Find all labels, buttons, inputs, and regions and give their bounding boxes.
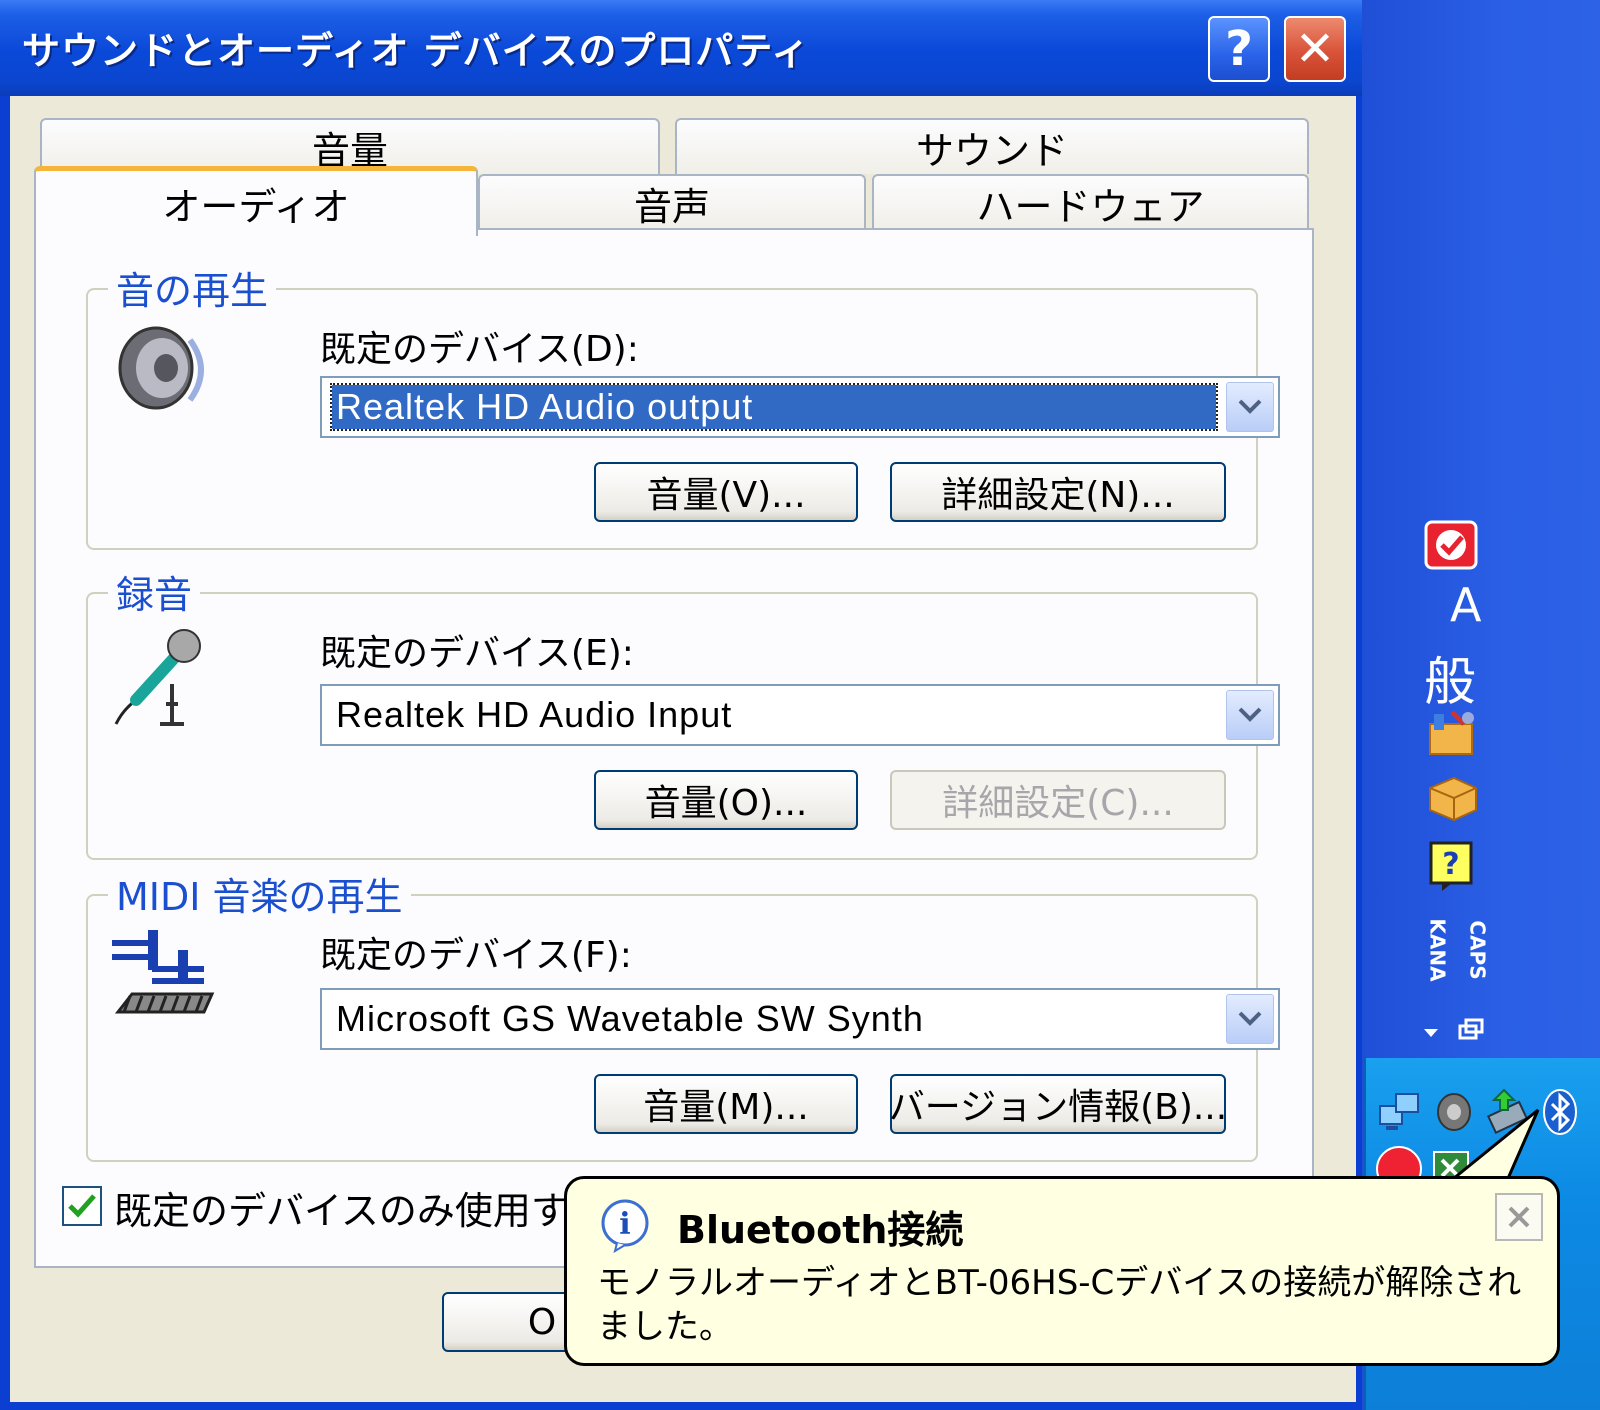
midi-volume-button[interactable]: 音量(M)... — [594, 1074, 858, 1134]
kana-indicator[interactable]: KANA — [1426, 918, 1450, 981]
tools-icon[interactable] — [1424, 708, 1480, 764]
close-icon — [1508, 1206, 1530, 1228]
svg-text:?: ? — [1442, 847, 1459, 882]
balloon-close-button[interactable] — [1495, 1193, 1543, 1241]
tab-voice[interactable]: 音声 — [478, 174, 866, 230]
playback-group: 音の再生 既定のデバイス(D): Realtek HD Audio output — [86, 260, 1280, 550]
dictionary-icon[interactable] — [1424, 772, 1480, 828]
network-icon[interactable] — [1376, 1088, 1424, 1140]
recording-volume-button[interactable]: 音量(O)... — [594, 770, 858, 830]
title-bar[interactable]: サウンドとオーディオ デバイスのプロパティ ? ✕ — [0, 0, 1362, 96]
balloon-pointer — [1447, 1108, 1540, 1183]
playback-device-value: Realtek HD Audio output — [330, 383, 1218, 431]
svg-text:i: i — [619, 1207, 630, 1242]
microphone-icon — [108, 624, 208, 738]
window-title: サウンドとオーディオ デバイスのプロパティ — [22, 29, 811, 73]
bluetooth-notification-balloon[interactable]: i Bluetooth接続 モノラルオーディオとBT-06HS-Cデバイスの接続… — [564, 1176, 1560, 1366]
tab-audio[interactable]: オーディオ — [34, 166, 478, 236]
midi-group-title: MIDI 音楽の再生 — [108, 866, 411, 921]
info-icon: i — [597, 1197, 653, 1257]
midi-keyboard-icon — [108, 926, 218, 1030]
conversion-mode-indicator[interactable]: 般 — [1424, 640, 1476, 715]
use-default-devices-only-label[interactable]: 既定のデバイスのみ使用する — [114, 1180, 607, 1235]
restore-language-bar-icon[interactable] — [1458, 1018, 1484, 1044]
recording-device-dropdown[interactable]: Realtek HD Audio Input — [320, 684, 1280, 746]
recording-group-title: 録音 — [108, 564, 201, 619]
help-question-icon[interactable]: ? — [1428, 840, 1476, 896]
midi-device-dropdown[interactable]: Microsoft GS Wavetable SW Synth — [320, 988, 1280, 1050]
caps-indicator[interactable]: CAPS — [1466, 920, 1490, 979]
recording-group: 録音 既定のデバイス(E): Realtek HD Audio Input 音量… — [86, 564, 1280, 860]
language-bar-menu-arrow-icon[interactable] — [1422, 1024, 1440, 1043]
midi-device-value: Microsoft GS Wavetable SW Synth — [336, 998, 924, 1039]
use-default-devices-only-checkbox[interactable] — [62, 1186, 102, 1226]
tab-hardware[interactable]: ハードウェア — [872, 174, 1309, 230]
input-mode-indicator[interactable]: A — [1450, 578, 1481, 632]
close-button[interactable]: ✕ — [1284, 16, 1346, 82]
playback-group-title: 音の再生 — [108, 260, 277, 315]
playback-device-label: 既定のデバイス(D): — [320, 329, 639, 370]
ime-pad-icon[interactable] — [1424, 520, 1478, 574]
balloon-title: Bluetooth接続 — [677, 1208, 964, 1252]
chevron-down-icon[interactable] — [1226, 382, 1274, 432]
recording-device-value: Realtek HD Audio Input — [336, 694, 733, 735]
playback-device-dropdown[interactable]: Realtek HD Audio output — [320, 376, 1280, 438]
tab-sounds[interactable]: サウンド — [675, 118, 1309, 174]
midi-group: MIDI 音楽の再生 既定のデバイス(F): Microsoft GS Wave… — [86, 866, 1280, 1162]
midi-about-button[interactable]: バージョン情報(B)... — [889, 1074, 1227, 1134]
playback-volume-button[interactable]: 音量(V)... — [594, 462, 858, 522]
help-button[interactable]: ? — [1208, 16, 1270, 82]
recording-device-label: 既定のデバイス(E): — [320, 633, 634, 674]
speaker-icon — [108, 320, 218, 424]
playback-advanced-button[interactable]: 詳細設定(N)... — [890, 462, 1226, 522]
audio-tab-panel: 音の再生 既定のデバイス(D): Realtek HD Audio output — [34, 228, 1314, 1268]
recording-advanced-button: 詳細設定(C)... — [890, 770, 1226, 830]
chevron-down-icon[interactable] — [1226, 690, 1274, 740]
balloon-message: モノラルオーディオとBT-06HS-Cデバイスの接続が解除されました。 — [597, 1263, 1522, 1347]
midi-device-label: 既定のデバイス(F): — [320, 935, 632, 976]
chevron-down-icon[interactable] — [1226, 994, 1274, 1044]
